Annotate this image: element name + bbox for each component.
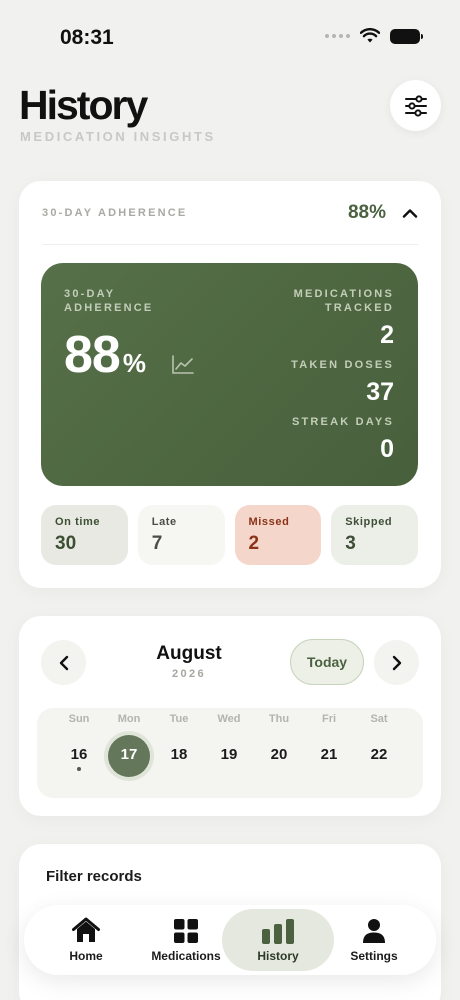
page-subtitle: MEDICATION INSIGHTS (20, 129, 216, 144)
adherence-value: 88 (64, 326, 121, 384)
calendar-card: August 2026 Today Sun 16 Mon 17 Tue 18 W… (19, 616, 441, 816)
day-tue[interactable]: Tue 18 (154, 708, 204, 798)
today-button[interactable]: Today (290, 639, 364, 685)
pill-value: 7 (151, 533, 163, 554)
chevron-right-icon (392, 655, 401, 670)
stat-value: 37 (366, 378, 394, 406)
tab-medications[interactable]: Medications (136, 909, 236, 971)
user-icon (363, 918, 385, 943)
stat-label: MEDICATIONS TRACKED (293, 288, 394, 314)
tab-history[interactable]: History (222, 909, 334, 971)
day-thu[interactable]: Thu 20 (254, 708, 304, 798)
chevron-up-icon[interactable] (402, 208, 418, 218)
adherence-header-toggle[interactable]: 30-DAY ADHERENCE 88% (42, 181, 418, 245)
stat-label: STREAK DAYS (291, 416, 394, 428)
record-dot (77, 767, 81, 771)
next-week-button[interactable] (374, 640, 419, 685)
stat-streak-days: STREAK DAYS 0 (292, 415, 394, 464)
stat-value: 2 (380, 321, 394, 349)
status-bar: 08:31 (0, 0, 460, 70)
adherence-header-label: 30-DAY ADHERENCE (42, 206, 188, 219)
day-number: 16 (70, 746, 88, 763)
tab-label: Settings (350, 948, 398, 963)
dose-status-pills: On time 30 Late 7 Missed 2 Skipped 3 (41, 505, 418, 565)
grid-icon (174, 918, 198, 943)
sliders-icon (404, 94, 427, 117)
tab-home[interactable]: Home (46, 909, 126, 971)
pill-missed[interactable]: Missed 2 (234, 505, 322, 565)
tab-label: Medications (151, 948, 221, 963)
pill-skipped[interactable]: Skipped 3 (331, 505, 418, 565)
status-time: 08:31 (60, 26, 114, 49)
day-name: Sat (370, 713, 388, 725)
day-number: 17 (120, 746, 138, 763)
signal-icon (325, 34, 350, 38)
tab-settings[interactable]: Settings (334, 909, 414, 971)
day-sat[interactable]: Sat 22 (354, 708, 404, 798)
page-title: History (19, 82, 148, 128)
pill-on-time[interactable]: On time 30 (41, 505, 128, 565)
day-name: Tue (169, 713, 189, 725)
stat-taken-doses: TAKEN DOSES 37 (291, 358, 394, 407)
bottom-tab-bar: Home Medications History Settings (24, 905, 436, 975)
pill-label: On time (55, 516, 101, 528)
status-icons (325, 28, 423, 44)
day-name: Wed (217, 713, 241, 725)
filter-records-title: Filter records (46, 868, 142, 885)
day-name: Fri (321, 713, 337, 725)
battery-icon (390, 28, 423, 44)
day-wed[interactable]: Wed 19 (204, 708, 254, 798)
stat-medications-tracked: MEDICATIONS TRACKED 2 (274, 287, 394, 350)
day-mon[interactable]: Mon 17 (104, 708, 154, 798)
adherence-card: 30-DAY ADHERENCE 88% 30-DAY ADHERENCE 88… (19, 181, 441, 588)
day-number: 22 (370, 746, 388, 763)
tab-label: History (257, 948, 299, 963)
day-number: 19 (220, 746, 238, 763)
pill-label: Late (151, 516, 177, 528)
stat-label: TAKEN DOSES (291, 359, 394, 371)
day-name: Sun (68, 713, 90, 725)
bar-chart-icon (262, 918, 294, 944)
pill-label: Skipped (345, 516, 393, 528)
adherence-header-right: 88% (348, 202, 418, 224)
adherence-percentage: 88 % (64, 325, 146, 385)
pill-value: 30 (55, 533, 77, 554)
tab-label: Home (69, 949, 103, 963)
adherence-header-value: 88% (347, 201, 386, 223)
adherence-summary-panel: 30-DAY ADHERENCE 88 % MEDICATIONS TRACKE… (41, 263, 418, 486)
stat-value: 0 (380, 435, 394, 463)
week-strip: Sun 16 Mon 17 Tue 18 Wed 19 Thu 20 Fri 2… (37, 708, 423, 798)
day-name: Mon (117, 713, 141, 725)
day-sun[interactable]: Sun 16 (54, 708, 104, 798)
adherence-panel-label: 30-DAY ADHERENCE (64, 288, 154, 314)
wifi-icon (360, 28, 380, 43)
adherence-unit: % (122, 348, 146, 378)
pill-late[interactable]: Late 7 (137, 505, 225, 565)
day-fri[interactable]: Fri 21 (304, 708, 354, 798)
pill-value: 2 (248, 533, 260, 554)
pill-label: Missed (248, 516, 290, 528)
day-name: Thu (268, 713, 290, 725)
filter-settings-button[interactable] (390, 80, 441, 131)
trend-chart-icon (172, 355, 194, 374)
pill-value: 3 (345, 533, 356, 554)
day-number: 18 (170, 746, 188, 763)
day-number: 21 (320, 746, 338, 763)
day-number: 20 (270, 746, 288, 763)
home-icon (72, 917, 100, 942)
